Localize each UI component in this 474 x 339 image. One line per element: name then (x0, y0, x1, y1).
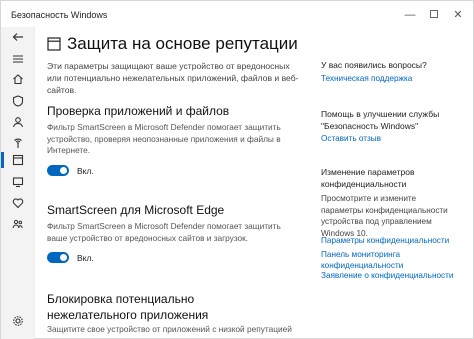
family-icon[interactable] (10, 216, 26, 232)
menu-icon[interactable] (10, 51, 26, 67)
close-button[interactable]: ✕ (449, 7, 467, 23)
privacy-dashboard-link[interactable]: Панель мониторинга конфиденциальности (321, 249, 441, 271)
questions-heading: У вас появились вопросы? (321, 60, 427, 70)
app-check-toggle[interactable] (47, 165, 69, 176)
active-indicator (1, 152, 4, 168)
section-desc-app-check: Фильтр SmartScreen в Microsoft Defender … (47, 122, 281, 155)
app-browser-icon[interactable] (10, 152, 26, 168)
privacy-statement-link[interactable]: Заявление о конфиденциальности (321, 271, 453, 280)
window-title: Безопасность Windows (11, 10, 108, 20)
shield-icon[interactable] (10, 93, 26, 109)
smartscreen-edge-toggle[interactable] (47, 252, 69, 263)
device-security-icon[interactable] (10, 174, 26, 190)
network-icon[interactable] (10, 135, 26, 151)
section-title-pua-block: Блокировка потенциально нежелательного п… (47, 292, 209, 322)
back-arrow-icon[interactable] (10, 29, 26, 45)
section-title-smartscreen-edge: SmartScreen для Microsoft Edge (47, 203, 225, 217)
app-window: Безопасность Windows — ✕ Защита на основ… (0, 0, 474, 339)
smartscreen-edge-toggle-label: Вкл. (77, 253, 94, 263)
intro-text: Эти параметры защищают ваше устройство о… (47, 61, 299, 95)
privacy-text: Просмотрите и измените параметры конфиде… (321, 194, 448, 238)
section-desc-pua-block: Защитите свое устройство от приложений с… (47, 324, 292, 334)
sidebar (1, 27, 35, 339)
feedback-link[interactable]: Оставить отзыв (321, 134, 381, 143)
heart-health-icon[interactable] (10, 195, 26, 211)
home-icon[interactable] (10, 71, 26, 87)
maximize-icon (430, 10, 438, 19)
page-title: Защита на основе репутации (67, 34, 298, 53)
tech-support-link[interactable]: Техническая поддержка (321, 74, 412, 83)
settings-icon[interactable] (10, 313, 26, 329)
section-title-app-check: Проверка приложений и файлов (47, 104, 230, 118)
section-desc-smartscreen-edge: Фильтр SmartScreen в Microsoft Defender … (47, 221, 281, 243)
maximize-button[interactable] (425, 7, 443, 23)
app-browser-icon (47, 37, 61, 51)
privacy-heading: Изменение параметров конфиденциальности (321, 167, 415, 189)
minimize-button[interactable]: — (401, 7, 419, 23)
app-check-toggle-label: Вкл. (77, 166, 94, 176)
improve-heading: Помощь в улучшении службы "Безопасность … (321, 109, 440, 131)
title-bar: Безопасность Windows — ✕ (1, 1, 473, 29)
privacy-settings-link[interactable]: Параметры конфиденциальности (321, 236, 449, 245)
account-icon[interactable] (10, 114, 26, 130)
